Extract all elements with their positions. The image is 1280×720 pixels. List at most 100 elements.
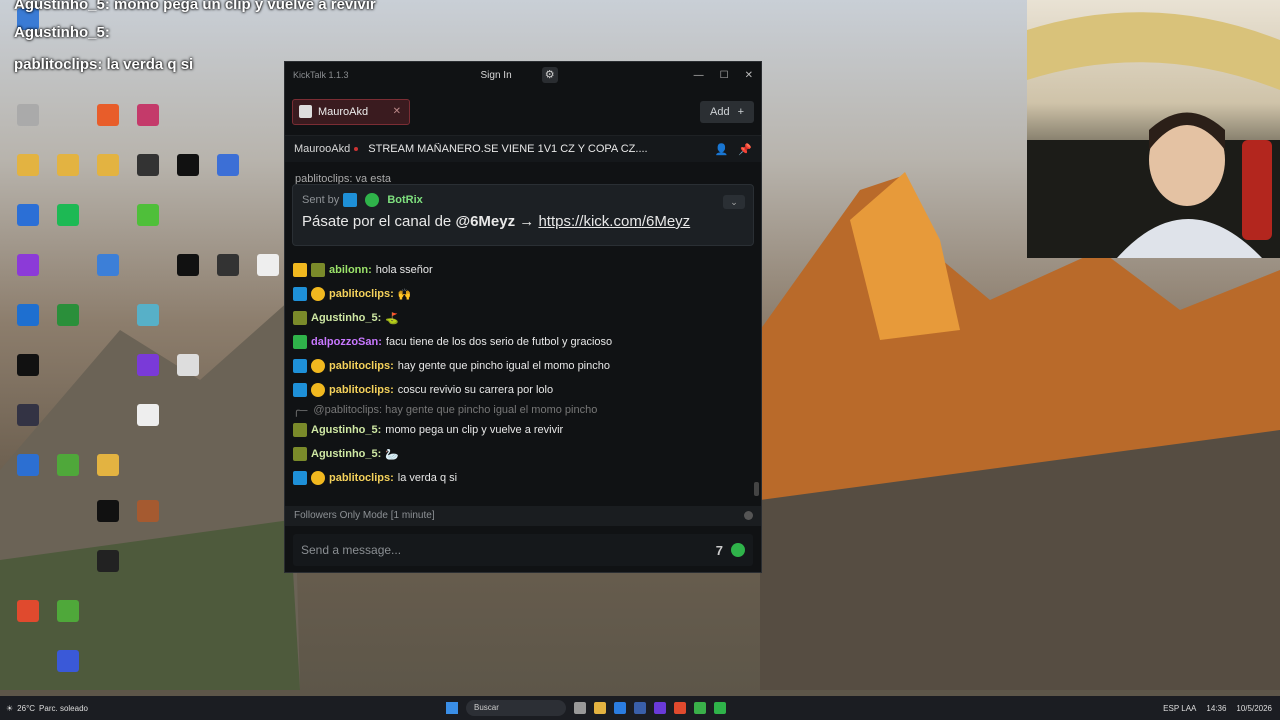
desktop-icon[interactable] bbox=[46, 454, 90, 476]
weather-widget[interactable]: ☀ 26°C Parc. soleado bbox=[6, 704, 126, 713]
chat-message: pablitoclips: coscu revivio su carrera po… bbox=[293, 378, 748, 402]
desktop-icon[interactable] bbox=[6, 354, 50, 376]
taskbar: ☀ 26°C Parc. soleado Buscar ESP LAA 14:3… bbox=[0, 696, 1280, 720]
chat-username[interactable]: Agustinho_5: bbox=[311, 448, 381, 460]
app-icon[interactable] bbox=[654, 702, 666, 714]
kick-emote-icon[interactable]: 7 bbox=[716, 543, 723, 558]
pin-icon[interactable]: 📌 bbox=[738, 143, 752, 156]
channel-header: MaurooAkd STREAM MAÑANERO.SE VIENE 1V1 C… bbox=[285, 136, 761, 162]
desktop-icon[interactable] bbox=[126, 404, 170, 426]
stream-title: STREAM MAÑANERO.SE VIENE 1V1 CZ Y COPA C… bbox=[368, 143, 648, 155]
desktop-icon[interactable] bbox=[166, 354, 210, 376]
desktop-icon[interactable] bbox=[166, 254, 210, 276]
desktop-icon[interactable] bbox=[126, 500, 170, 522]
desktop-icon[interactable] bbox=[6, 600, 50, 622]
desktop-icon[interactable] bbox=[6, 304, 50, 326]
desktop-icon[interactable] bbox=[46, 204, 90, 226]
chat-username[interactable]: dalpozzoSan: bbox=[311, 336, 382, 348]
desktop-icon[interactable] bbox=[126, 154, 170, 176]
chat-username[interactable]: Agustinho_5: bbox=[311, 312, 381, 324]
desktop-icon[interactable] bbox=[6, 404, 50, 426]
webcam-image bbox=[1027, 12, 1280, 258]
info-icon[interactable] bbox=[744, 511, 753, 520]
clock-time[interactable]: 14:36 bbox=[1206, 704, 1226, 713]
chat-username[interactable]: abilonn: bbox=[329, 264, 372, 276]
badge-icon bbox=[311, 263, 325, 277]
chat-username[interactable]: Agustinho_5: bbox=[311, 424, 381, 436]
desktop-icon[interactable] bbox=[6, 154, 50, 176]
badge-icon bbox=[311, 359, 325, 373]
desktop-icon[interactable] bbox=[126, 104, 170, 126]
minimize-icon[interactable]: — bbox=[694, 70, 704, 81]
pinned-mention[interactable]: @6Meyz bbox=[455, 213, 515, 230]
explorer-icon[interactable] bbox=[594, 702, 606, 714]
desktop-icon[interactable] bbox=[46, 304, 90, 326]
pinned-text: Pásate por el canal de bbox=[302, 213, 452, 230]
chat-message: pablitoclips: la verda q si bbox=[293, 466, 748, 490]
windows-start-icon[interactable] bbox=[446, 702, 458, 714]
desktop-icon[interactable] bbox=[46, 600, 90, 622]
desktop-icon[interactable] bbox=[46, 650, 90, 672]
maximize-icon[interactable]: ☐ bbox=[720, 70, 729, 81]
emoji-icon[interactable] bbox=[731, 543, 745, 557]
desktop-icon[interactable] bbox=[86, 154, 130, 176]
add-channel-button[interactable]: Add + bbox=[699, 100, 754, 123]
sent-by-label: Sent by bbox=[302, 194, 340, 206]
desktop-icon[interactable] bbox=[126, 204, 170, 226]
brave-icon[interactable] bbox=[674, 702, 686, 714]
desktop-icon[interactable] bbox=[126, 354, 170, 376]
bot-name: BotRix bbox=[387, 194, 423, 206]
desktop-icon[interactable] bbox=[6, 204, 50, 226]
message-input[interactable]: Send a message... 7 bbox=[293, 534, 753, 566]
chat-text: ⛳ bbox=[385, 312, 399, 325]
sun-icon: ☀ bbox=[6, 703, 14, 713]
desktop-icon[interactable] bbox=[86, 254, 130, 276]
task-view-icon[interactable] bbox=[574, 702, 586, 714]
desktop-icon[interactable] bbox=[6, 254, 50, 276]
kicktalk-window: KickTalk 1.1.3 Sign In ⚙ — ☐ ✕ MauroAkd … bbox=[284, 61, 762, 573]
desktop-icon[interactable] bbox=[166, 154, 210, 176]
app-icon[interactable] bbox=[634, 702, 646, 714]
badge-icon bbox=[311, 383, 325, 397]
desktop-icon[interactable] bbox=[86, 500, 130, 522]
desktop-icon[interactable] bbox=[6, 454, 50, 476]
chat-username[interactable]: pablitoclips: bbox=[329, 288, 394, 300]
edge-icon[interactable] bbox=[614, 702, 626, 714]
sign-in-button[interactable]: Sign In bbox=[481, 70, 512, 81]
system-tray: ESP LAA 14:36 10/5/2026 bbox=[1163, 704, 1272, 713]
clock-date[interactable]: 10/5/2026 bbox=[1236, 704, 1272, 713]
chat-message: abilonn: hola sseñor bbox=[293, 258, 748, 282]
tab-label: MauroAkd bbox=[318, 105, 369, 118]
chat-message: Agustinho_5: ⛳ bbox=[293, 306, 748, 330]
language-indicator[interactable]: ESP LAA bbox=[1163, 704, 1196, 713]
chat-username[interactable]: pablitoclips: bbox=[329, 472, 394, 484]
chat-message: Agustinho_5: 🦢 bbox=[293, 442, 748, 466]
chevron-down-icon[interactable]: ⌄ bbox=[723, 195, 745, 209]
user-icon[interactable]: 👤 bbox=[715, 143, 729, 156]
pinned-link[interactable]: https://kick.com/6Meyz bbox=[538, 213, 690, 230]
desktop-icon[interactable] bbox=[46, 154, 90, 176]
kick-icon[interactable] bbox=[714, 702, 726, 714]
desktop-icon[interactable] bbox=[86, 550, 130, 572]
gear-icon[interactable]: ⚙ bbox=[541, 67, 558, 83]
close-tab-icon[interactable]: ✕ bbox=[393, 106, 401, 117]
badge-icon bbox=[311, 471, 325, 485]
chat-username[interactable]: pablitoclips: bbox=[329, 384, 394, 396]
close-icon[interactable]: ✕ bbox=[745, 70, 753, 81]
desktop-icon[interactable] bbox=[126, 304, 170, 326]
live-dot-icon bbox=[354, 147, 359, 151]
desktop-icon[interactable] bbox=[86, 104, 130, 126]
temperature: 26°C bbox=[17, 703, 36, 713]
verified-icon bbox=[365, 193, 380, 207]
desktop-icon[interactable] bbox=[206, 254, 250, 276]
desktop-icon[interactable] bbox=[206, 154, 250, 176]
input-placeholder: Send a message... bbox=[301, 543, 402, 557]
app-icon[interactable] bbox=[694, 702, 706, 714]
desktop-icon[interactable] bbox=[6, 104, 50, 126]
tab-channel[interactable]: MauroAkd ✕ bbox=[292, 98, 410, 125]
overlay-chat-line: Agustinho_5: momo pega un clip y vuelve … bbox=[14, 0, 376, 13]
desktop-icon[interactable] bbox=[86, 454, 130, 476]
taskbar-search[interactable]: Buscar bbox=[466, 700, 566, 716]
chat-username[interactable]: pablitoclips: bbox=[329, 360, 394, 372]
scrollbar[interactable] bbox=[754, 482, 759, 496]
